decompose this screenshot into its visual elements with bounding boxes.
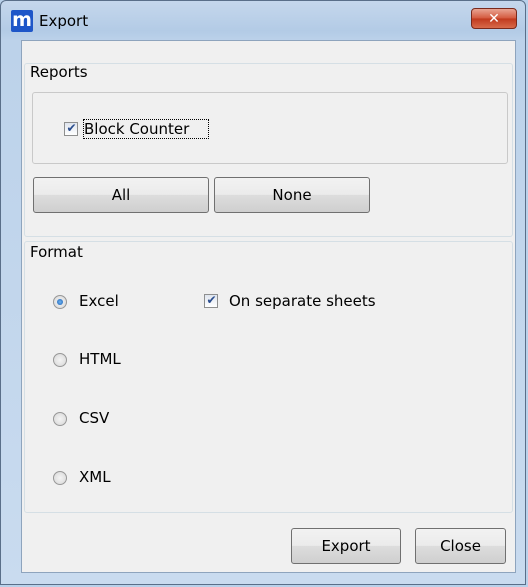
- check-mark-icon: ✔: [206, 293, 217, 307]
- format-csv-radio[interactable]: [53, 412, 67, 426]
- dialog-content: Reports ✔ Block Counter All None Format …: [21, 40, 516, 573]
- check-mark-icon: ✔: [66, 121, 77, 135]
- radio-dot-icon: [57, 299, 63, 305]
- title-bar[interactable]: m Export ✕: [1, 1, 525, 41]
- block-counter-checkbox[interactable]: ✔: [64, 121, 78, 136]
- separate-sheets-checkbox[interactable]: ✔: [204, 293, 218, 308]
- format-csv-label[interactable]: CSV: [79, 409, 109, 427]
- block-counter-label[interactable]: Block Counter: [84, 120, 189, 138]
- reports-group-label: Reports: [30, 63, 88, 81]
- export-button[interactable]: Export: [291, 528, 401, 564]
- format-xml-label[interactable]: XML: [79, 468, 111, 486]
- format-html-label[interactable]: HTML: [79, 350, 121, 368]
- window-close-button[interactable]: ✕: [471, 8, 517, 29]
- window-title: Export: [39, 12, 89, 30]
- select-all-button[interactable]: All: [33, 177, 209, 213]
- app-logo-icon: m: [11, 9, 33, 32]
- format-group-label: Format: [30, 243, 83, 261]
- reports-list: ✔ Block Counter: [32, 92, 508, 164]
- format-excel-label[interactable]: Excel: [79, 292, 119, 310]
- format-html-radio[interactable]: [53, 353, 67, 367]
- separate-sheets-label[interactable]: On separate sheets: [229, 292, 376, 310]
- format-excel-radio[interactable]: [53, 295, 67, 309]
- select-none-button[interactable]: None: [214, 177, 370, 213]
- close-icon: ✕: [488, 11, 500, 27]
- format-xml-radio[interactable]: [53, 471, 67, 485]
- close-button[interactable]: Close: [415, 528, 506, 564]
